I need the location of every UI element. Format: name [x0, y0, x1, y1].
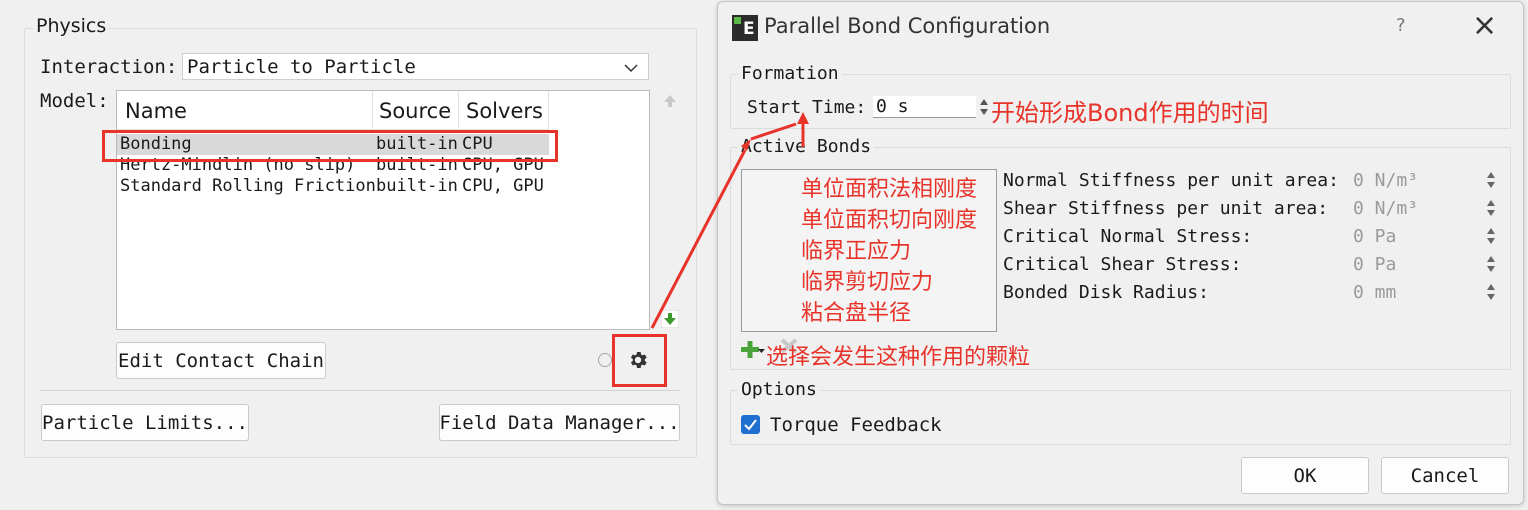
panel-divider	[40, 390, 680, 391]
edit-contact-chain-button[interactable]: Edit Contact Chain	[116, 342, 326, 379]
move-up-icon[interactable]	[662, 93, 678, 109]
field-label-bonded-disk-radius: Bonded Disk Radius:	[1003, 282, 1209, 303]
list-note-0: 单位面积法相刚度	[801, 177, 978, 202]
app-logo-icon: E	[732, 15, 758, 41]
start-time-value: 0 s	[876, 96, 909, 117]
field-value-normal-stiffness[interactable]: 0 N/m³	[1353, 170, 1418, 191]
move-down-icon[interactable]	[661, 310, 679, 328]
model-label: Model:	[40, 90, 109, 112]
start-time-note: 开始形成Bond作用的时间	[991, 99, 1269, 127]
list-note-2: 临界正应力	[801, 239, 912, 264]
row-solvers: CPU, GPU	[462, 176, 544, 196]
particle-limits-button[interactable]: Particle Limits...	[41, 404, 249, 441]
normal-stiffness-spinner[interactable]	[1486, 171, 1496, 189]
interaction-dropdown[interactable]: Particle to Particle	[182, 53, 649, 80]
table-header: Name Source Solvers	[117, 91, 549, 130]
field-value-shear-stiffness[interactable]: 0 N/m³	[1353, 198, 1418, 219]
chevron-down-icon	[624, 64, 638, 73]
field-value-critical-shear-stress[interactable]: 0 Pa	[1353, 254, 1396, 275]
interaction-value: Particle to Particle	[187, 56, 416, 78]
physics-title: Physics	[33, 15, 110, 37]
gear-icon[interactable]	[627, 349, 649, 371]
start-time-input[interactable]: 0 s	[873, 96, 976, 118]
close-button[interactable]: ×	[1472, 8, 1497, 44]
bonding-highlight-annotation	[102, 130, 558, 162]
torque-feedback-label: Torque Feedback	[770, 414, 942, 436]
dialog-title: Parallel Bond Configuration	[764, 14, 1051, 38]
torque-feedback-checkbox[interactable]	[741, 415, 760, 434]
table-row[interactable]: Standard Rolling Friction built-in CPU, …	[117, 176, 549, 197]
critical-shear-stress-spinner[interactable]	[1486, 255, 1496, 273]
column-header-name[interactable]: Name	[117, 91, 373, 129]
field-label-critical-shear-stress: Critical Shear Stress:	[1003, 254, 1242, 275]
checkmark-icon	[744, 419, 757, 431]
start-time-spinner[interactable]	[979, 98, 989, 116]
model-table: Name Source Solvers Bonding built-in CPU…	[116, 90, 650, 330]
row-source: built-in	[376, 176, 458, 196]
ok-button[interactable]: OK	[1241, 457, 1369, 494]
field-value-bonded-disk-radius[interactable]: 0 mm	[1353, 282, 1396, 303]
add-particle-icon[interactable]	[741, 339, 765, 361]
options-title: Options	[738, 379, 820, 400]
list-note-3: 临界剪切应力	[801, 270, 934, 295]
critical-normal-stress-spinner[interactable]	[1486, 227, 1496, 245]
active-bonds-title: Active Bonds	[738, 136, 875, 157]
select-particles-note: 选择会发生这种作用的颗粒	[766, 345, 1031, 370]
field-label-normal-stiffness: Normal Stiffness per unit area:	[1003, 170, 1339, 191]
formation-title: Formation	[738, 63, 842, 84]
field-label-shear-stiffness: Shear Stiffness per unit area:	[1003, 198, 1329, 219]
row-name: Standard Rolling Friction	[120, 176, 376, 196]
field-label-critical-normal-stress: Critical Normal Stress:	[1003, 226, 1253, 247]
cancel-button[interactable]: Cancel	[1381, 457, 1509, 494]
column-header-source[interactable]: Source	[373, 91, 459, 129]
list-note-1: 单位面积切向刚度	[801, 208, 978, 233]
bonded-disk-radius-spinner[interactable]	[1486, 283, 1496, 301]
start-time-label: Start Time:	[747, 97, 867, 118]
column-header-solvers[interactable]: Solvers	[459, 91, 549, 129]
field-value-critical-normal-stress[interactable]: 0 Pa	[1353, 226, 1396, 247]
shear-stiffness-spinner[interactable]	[1486, 199, 1496, 217]
list-note-4: 粘合盘半径	[801, 301, 912, 326]
field-data-manager-button[interactable]: Field Data Manager...	[439, 404, 680, 441]
status-circle-icon	[598, 353, 612, 367]
help-button[interactable]: ?	[1396, 15, 1406, 36]
interaction-label: Interaction:	[40, 56, 178, 78]
